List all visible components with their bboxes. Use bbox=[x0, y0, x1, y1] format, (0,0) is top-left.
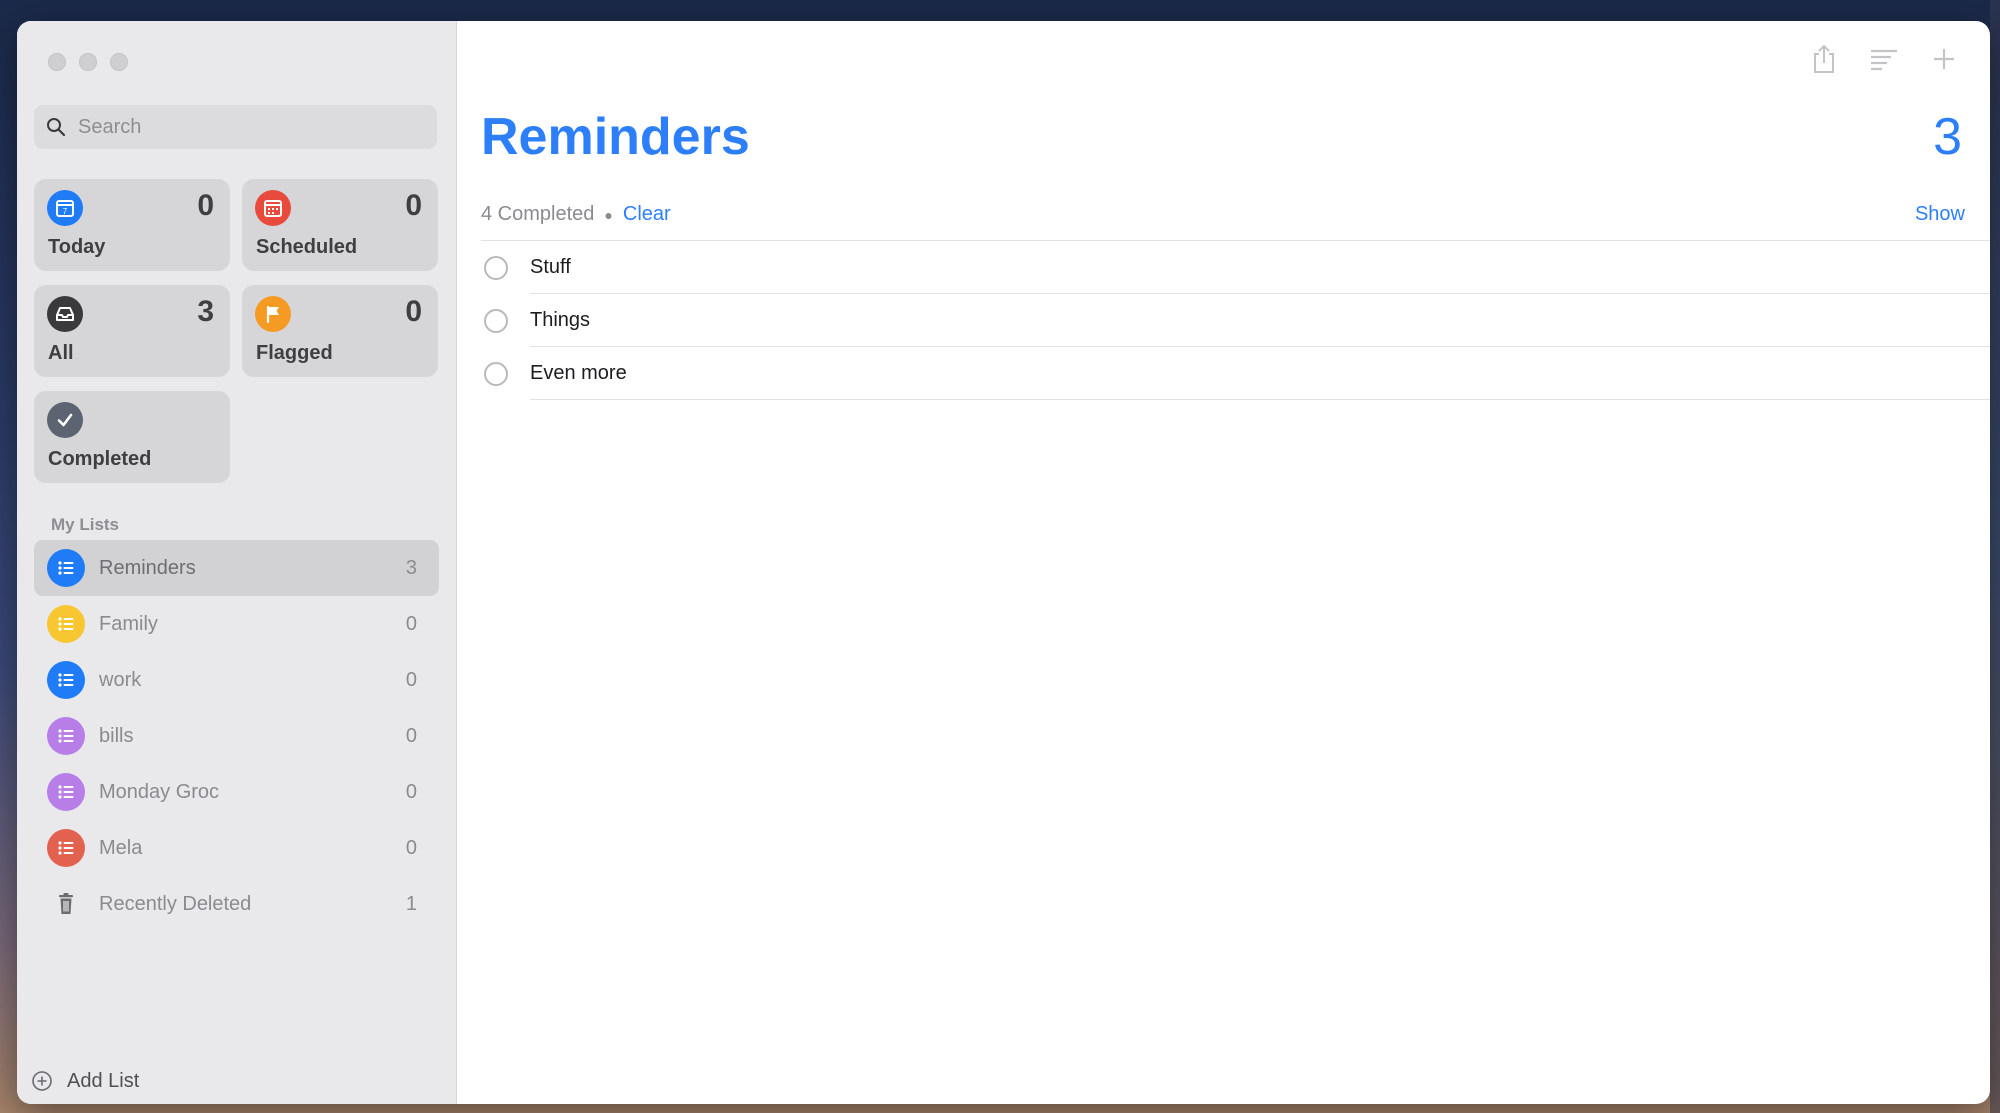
trash-icon bbox=[47, 885, 85, 923]
close-window-button[interactable] bbox=[48, 53, 66, 71]
list-count: 1 bbox=[405, 892, 417, 915]
my-lists: Reminders 3 Family 0 work 0 bills 0 Mond… bbox=[34, 540, 439, 932]
today-label: Today bbox=[48, 236, 106, 258]
list-name: Recently Deleted bbox=[99, 892, 252, 915]
flagged-label: Flagged bbox=[256, 342, 333, 364]
clear-completed-button[interactable]: Clear bbox=[623, 203, 671, 226]
toolbar bbox=[1808, 43, 1960, 75]
list-count: 0 bbox=[405, 612, 417, 635]
plus-circle-icon bbox=[32, 1071, 52, 1091]
reminder-count: 3 bbox=[1933, 108, 1962, 166]
list-item-monday-groc[interactable]: Monday Groc 0 bbox=[34, 764, 439, 820]
list-name: Monday Groc bbox=[99, 780, 220, 803]
list-item-mela[interactable]: Mela 0 bbox=[34, 820, 439, 876]
svg-text:7: 7 bbox=[63, 207, 68, 216]
all-label: All bbox=[48, 342, 74, 364]
completed-label: Completed bbox=[48, 448, 152, 470]
smart-list-flagged[interactable]: 0 Flagged bbox=[242, 285, 438, 377]
list-name: Reminders bbox=[99, 556, 196, 579]
completed-count-text: 4 Completed bbox=[481, 203, 595, 225]
list-item-bills[interactable]: bills 0 bbox=[34, 708, 439, 764]
list-bullet-icon bbox=[47, 661, 85, 699]
task-row[interactable]: Even more bbox=[481, 347, 1990, 400]
task-list: Stuff Things Even more bbox=[481, 241, 1990, 400]
list-count: 0 bbox=[405, 668, 417, 691]
main-pane: Reminders 3 4 Completed ● Clear Show Stu… bbox=[457, 21, 1990, 1104]
list-bullet-icon bbox=[47, 717, 85, 755]
row-divider bbox=[530, 399, 1990, 400]
list-item-reminders[interactable]: Reminders 3 bbox=[34, 540, 439, 596]
list-bullet-icon bbox=[47, 829, 85, 867]
desktop-background bbox=[1990, 0, 2000, 1113]
smart-list-scheduled[interactable]: 0 Scheduled bbox=[242, 179, 438, 271]
separator-dot: ● bbox=[604, 206, 613, 223]
list-name: work bbox=[99, 668, 142, 691]
add-list-label: Add List bbox=[67, 1069, 140, 1092]
scheduled-count: 0 bbox=[405, 189, 422, 222]
list-item-family[interactable]: Family 0 bbox=[34, 596, 439, 652]
flag-icon bbox=[255, 296, 291, 332]
plus-icon bbox=[1934, 49, 1954, 69]
list-item-recently-deleted[interactable]: Recently Deleted 1 bbox=[34, 876, 439, 932]
list-bullet-icon bbox=[47, 605, 85, 643]
today-count: 0 bbox=[197, 189, 214, 222]
share-button[interactable] bbox=[1808, 43, 1840, 75]
smart-list-today[interactable]: 7 0 Today bbox=[34, 179, 230, 271]
zoom-window-button[interactable] bbox=[110, 53, 128, 71]
page-title: Reminders bbox=[481, 108, 750, 166]
task-title[interactable]: Even more bbox=[530, 362, 627, 385]
task-checkbox[interactable] bbox=[484, 361, 508, 386]
reminders-window: 7 0 Today 0 Scheduled bbox=[17, 21, 1990, 1104]
search-bar[interactable] bbox=[34, 105, 437, 149]
search-icon bbox=[47, 118, 66, 137]
list-count: 0 bbox=[405, 724, 417, 747]
list-format-icon bbox=[1871, 49, 1897, 71]
scheduled-label: Scheduled bbox=[256, 236, 358, 258]
task-checkbox[interactable] bbox=[484, 255, 508, 280]
list-count: 3 bbox=[405, 556, 417, 579]
list-bullet-icon bbox=[47, 549, 85, 587]
list-name: Family bbox=[99, 612, 158, 635]
share-icon bbox=[1814, 44, 1834, 73]
calendar-grid-icon bbox=[255, 190, 291, 226]
smart-list-completed[interactable]: Completed bbox=[34, 391, 230, 483]
list-options-button[interactable] bbox=[1868, 43, 1900, 75]
completed-summary: 4 Completed ● Clear bbox=[481, 203, 671, 226]
flagged-count: 0 bbox=[405, 295, 422, 328]
minimize-window-button[interactable] bbox=[79, 53, 97, 71]
calendar-today-icon: 7 bbox=[47, 190, 83, 226]
checkmark-icon bbox=[47, 402, 83, 438]
list-item-work[interactable]: work 0 bbox=[34, 652, 439, 708]
add-list-button[interactable]: Add List bbox=[31, 1066, 139, 1096]
list-name: Mela bbox=[99, 836, 143, 859]
all-count: 3 bbox=[197, 295, 214, 328]
list-count: 0 bbox=[405, 780, 417, 803]
task-row[interactable]: Stuff bbox=[481, 241, 1990, 294]
tray-icon bbox=[47, 296, 83, 332]
list-count: 0 bbox=[405, 836, 417, 859]
list-bullet-icon bbox=[47, 773, 85, 811]
add-reminder-button[interactable] bbox=[1928, 43, 1960, 75]
task-row[interactable]: Things bbox=[481, 294, 1990, 347]
show-completed-button[interactable]: Show bbox=[1915, 203, 1965, 226]
search-input[interactable] bbox=[76, 114, 420, 140]
sidebar: 7 0 Today 0 Scheduled bbox=[17, 21, 457, 1104]
list-name: bills bbox=[99, 724, 134, 747]
task-title[interactable]: Stuff bbox=[530, 256, 571, 279]
task-title[interactable]: Things bbox=[530, 309, 590, 332]
my-lists-heading: My Lists bbox=[51, 515, 120, 534]
task-checkbox[interactable] bbox=[484, 308, 508, 333]
window-controls bbox=[48, 53, 128, 71]
smart-list-all[interactable]: 3 All bbox=[34, 285, 230, 377]
